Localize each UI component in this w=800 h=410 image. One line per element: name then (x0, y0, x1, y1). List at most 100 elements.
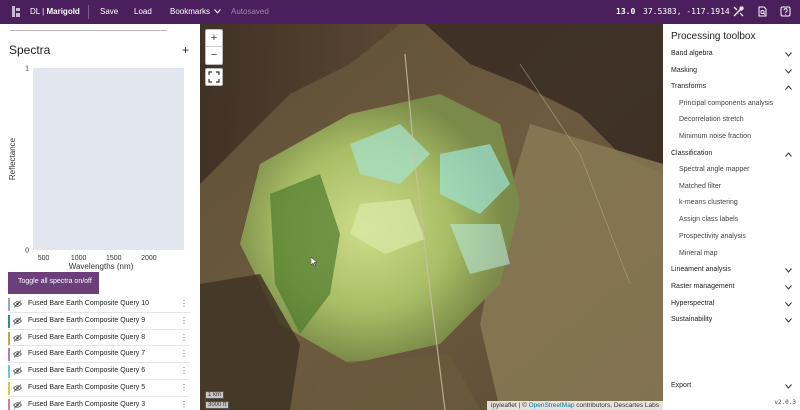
chevron-up-icon[interactable] (785, 152, 792, 157)
zoom-level: 13.0 (616, 7, 636, 16)
help-icon[interactable] (780, 6, 791, 17)
layer-color-swatch (8, 331, 10, 345)
more-vertical-icon[interactable]: ⋮ (180, 400, 188, 409)
zoom-control: + − (205, 29, 223, 65)
layer-color-swatch (8, 365, 10, 379)
category-band-algebra[interactable]: Band algebra (671, 50, 713, 57)
attribution-prefix: ipyleaflet | © (491, 402, 527, 409)
layer-row[interactable]: Fused Bare Earth Composite Query 6 ⋮ (8, 363, 190, 380)
layer-row[interactable]: Fused Bare Earth Composite Query 3 ⋮ (8, 397, 190, 410)
more-vertical-icon[interactable]: ⋮ (180, 333, 188, 342)
layer-row[interactable]: Fused Bare Earth Composite Query 5 ⋮ (8, 380, 190, 397)
bookmarks-menu[interactable]: Bookmarks (170, 7, 222, 16)
layer-name: Fused Bare Earth Composite Query 3 (28, 400, 146, 408)
tool-item[interactable]: k-means clustering (679, 199, 738, 206)
scale-metric: 1 km (205, 391, 225, 399)
eye-off-icon[interactable] (13, 317, 22, 325)
category-lineament-analysis[interactable]: Lineament analysis (671, 266, 731, 273)
plot-area (33, 68, 184, 250)
load-button[interactable]: Load (134, 7, 152, 16)
tool-item[interactable]: Minimum noise fraction (679, 133, 751, 140)
layer-color-swatch (8, 348, 10, 362)
zoom-out-button[interactable]: − (206, 47, 222, 64)
layer-color-swatch (8, 314, 10, 328)
tool-item[interactable]: Principal components analysis (679, 100, 773, 107)
more-vertical-icon[interactable]: ⋮ (180, 299, 188, 308)
toggle-all-spectra-button[interactable]: Toggle all spectra on/off (8, 272, 99, 294)
fullscreen-icon (208, 71, 220, 83)
chevron-down-icon[interactable] (785, 318, 792, 323)
category-sustainability[interactable]: Sustainability (671, 316, 712, 323)
tool-item[interactable]: Spectral angle mapper (679, 166, 749, 173)
attribution-suffix: contributors, Descartes Labs (576, 402, 659, 409)
more-vertical-icon[interactable]: ⋮ (180, 349, 188, 358)
spectra-panel: Spectra + 500 1000 1500 2000 0 1 Wavelengths… (0, 24, 200, 410)
tool-item[interactable]: Mineral map (679, 250, 718, 257)
tool-item[interactable]: Assign class labels (679, 216, 738, 223)
layer-name: Fused Bare Earth Composite Query 9 (28, 316, 146, 324)
layer-name: Fused Bare Earth Composite Query 7 (28, 350, 146, 358)
tool-item[interactable]: Matched filter (679, 183, 721, 190)
coordinate-readout: 37.5383, -117.1914 (643, 7, 730, 16)
eye-off-icon[interactable] (13, 367, 22, 375)
satellite-imagery[interactable] (200, 24, 663, 410)
y-tick-label: 1 (25, 66, 29, 73)
category-raster-management[interactable]: Raster management (671, 283, 734, 290)
layer-color-swatch (8, 398, 10, 410)
spectra-title: Spectra (9, 43, 51, 57)
chevron-down-icon[interactable] (785, 52, 792, 57)
more-vertical-icon[interactable]: ⋮ (180, 316, 188, 325)
chevron-down-icon[interactable] (785, 384, 792, 389)
chevron-down-icon[interactable] (785, 268, 792, 273)
eye-off-icon[interactable] (13, 300, 22, 308)
layer-color-swatch (8, 381, 10, 395)
layer-row[interactable]: Fused Bare Earth Composite Query 8 ⋮ (8, 330, 190, 347)
category-hyperspectral[interactable]: Hyperspectral (671, 300, 714, 307)
category-masking[interactable]: Masking (671, 67, 697, 74)
category-classification[interactable]: Classification (671, 150, 712, 157)
x-tick-label: 2000 (141, 255, 157, 262)
fullscreen-button[interactable] (205, 68, 223, 86)
document-search-icon[interactable] (757, 6, 768, 17)
category-transforms[interactable]: Transforms (671, 83, 706, 90)
scale-imperial: 3000 ft (205, 401, 230, 409)
more-vertical-icon[interactable]: ⋮ (180, 366, 188, 375)
map-view[interactable]: + − 1 km 3000 ft ipyleaflet | © OpenStre… (200, 24, 663, 410)
x-axis-label: Wavelengths (nm) (69, 262, 134, 271)
add-spectrum-button[interactable]: + (182, 43, 189, 57)
eye-off-icon[interactable] (13, 384, 22, 392)
eye-off-icon[interactable] (13, 350, 22, 359)
divider (88, 5, 89, 19)
tool-item[interactable]: Decorrelation stretch (679, 116, 744, 123)
more-vertical-icon[interactable]: ⋮ (180, 383, 188, 392)
chevron-down-icon[interactable] (785, 285, 792, 290)
y-tick-label: 0 (25, 248, 29, 255)
x-tick-label: 1000 (71, 255, 87, 262)
x-tick-label: 1500 (106, 255, 122, 262)
category-export[interactable]: Export (671, 382, 691, 389)
tool-item[interactable]: Prospectivity analysis (679, 233, 746, 240)
chevron-down-icon[interactable] (785, 69, 792, 74)
chevron-down-icon[interactable] (785, 302, 792, 307)
save-button[interactable]: Save (100, 7, 118, 16)
layer-row[interactable]: Fused Bare Earth Composite Query 7 ⋮ (8, 346, 190, 364)
zoom-in-button[interactable]: + (206, 30, 222, 47)
tools-icon[interactable] (733, 6, 744, 17)
bookmarks-label: Bookmarks (170, 7, 211, 16)
logo-icon (11, 5, 21, 18)
autosave-status: Autosaved (231, 7, 269, 16)
eye-off-icon[interactable] (13, 400, 22, 409)
layer-list: Fused Bare Earth Composite Query 10 ⋮ Fuse… (8, 296, 190, 410)
osm-link[interactable]: OpenStreetMap (529, 402, 575, 409)
mouse-cursor-icon (311, 257, 317, 266)
layer-name: Fused Bare Earth Composite Query 8 (28, 333, 146, 341)
layer-name: Fused Bare Earth Composite Query 6 (28, 367, 146, 375)
layer-row[interactable]: Fused Bare Earth Composite Query 9 ⋮ (8, 313, 190, 330)
y-axis-label: Reflectance (8, 137, 17, 180)
map-attribution: ipyleaflet | © OpenStreetMap contributor… (487, 401, 663, 410)
layer-name: Fused Bare Earth Composite Query 5 (28, 383, 146, 391)
chevron-up-icon[interactable] (785, 85, 792, 90)
eye-off-icon[interactable] (13, 333, 22, 342)
layer-name: Fused Bare Earth Composite Query 10 (28, 300, 150, 307)
layer-row[interactable]: Fused Bare Earth Composite Query 10 ⋮ (8, 296, 190, 313)
